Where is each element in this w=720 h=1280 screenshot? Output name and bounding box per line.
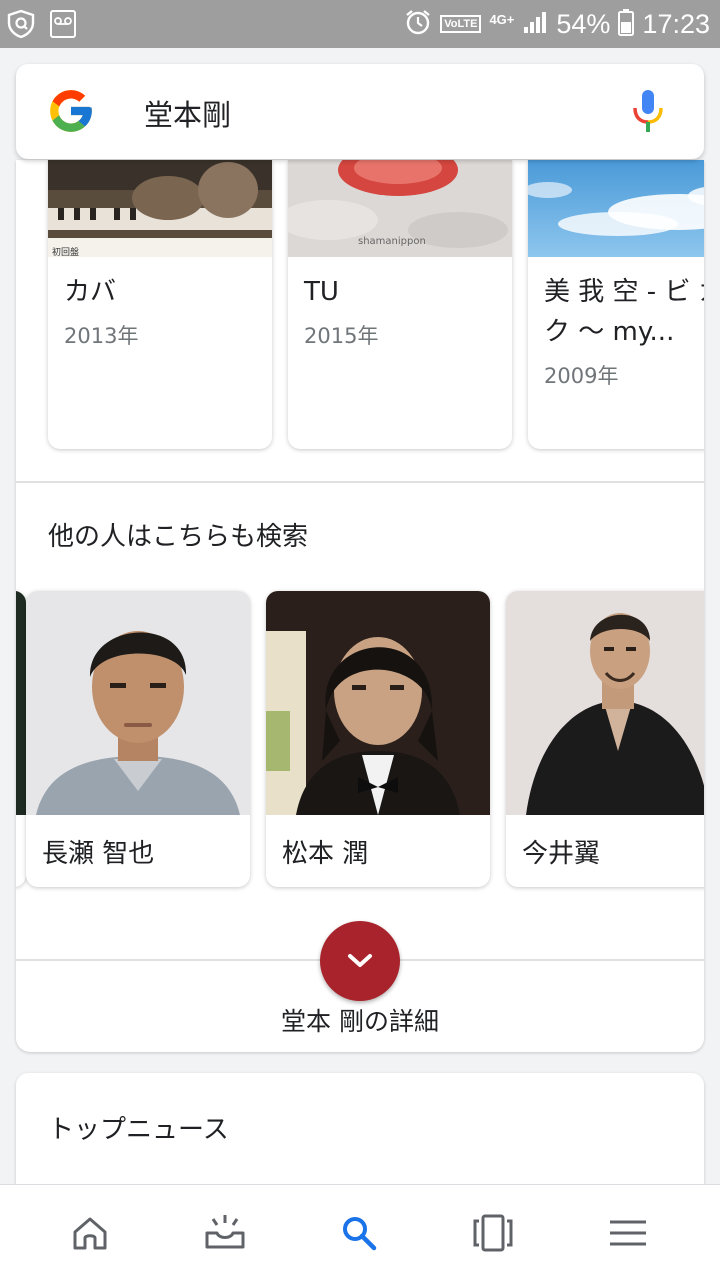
album-label-text: shamanippon [358, 236, 426, 247]
album-cover-image: 初回盤 [48, 160, 272, 257]
bottom-nav [0, 1184, 720, 1280]
alarm-icon [404, 8, 432, 40]
microphone-icon[interactable] [628, 88, 668, 138]
nav-search[interactable] [335, 1209, 383, 1257]
nav-tabs[interactable] [469, 1209, 517, 1257]
person-photo [26, 591, 250, 815]
album-card[interactable]: 初回盤 カバ 2013年 [48, 160, 272, 449]
album-label-text: 初回盤 [52, 246, 79, 257]
updates-icon [205, 1215, 245, 1249]
signal-icon [522, 9, 548, 39]
top-news-title: トップニュース [48, 1115, 229, 1145]
more-about-link[interactable]: 堂本 剛の詳細 [16, 1002, 704, 1038]
person-photo [16, 591, 26, 815]
person-photo [266, 591, 490, 815]
shield-icon [6, 9, 36, 43]
album-cover-image [528, 160, 704, 257]
person-photo [506, 591, 704, 815]
google-logo[interactable] [46, 86, 96, 140]
album-cover-image: shamanippon [288, 160, 512, 257]
person-name: 松本 潤 [282, 839, 369, 869]
related-searches-title: 他の人はこちらも検索 [48, 522, 309, 552]
clock: 17:23 [642, 8, 710, 39]
tabs-icon [473, 1214, 513, 1252]
home-icon [73, 1217, 107, 1250]
album-title: 美 我 空 - ビ ガ ク ～ my... [544, 277, 704, 347]
person-card[interactable]: 松本 潤 [266, 591, 490, 887]
person-card-partial[interactable] [16, 591, 26, 887]
nav-updates[interactable] [201, 1209, 249, 1257]
volte-badge: VoLTE [440, 15, 482, 33]
album-year: 2009年 [544, 364, 619, 388]
album-year: 2013年 [64, 324, 139, 348]
network-type: 4G+ [489, 11, 515, 27]
voicemail-icon [50, 9, 76, 43]
album-card[interactable]: shamanippon TU 2015年 [288, 160, 512, 449]
person-card[interactable]: 今井翼 [506, 591, 704, 887]
person-name: 今井翼 [522, 839, 601, 869]
album-year: 2015年 [304, 324, 379, 348]
chevron-down-icon [348, 954, 372, 967]
battery-icon [618, 8, 635, 40]
album-title: カバ [64, 277, 117, 307]
menu-icon [610, 1220, 646, 1246]
divider [16, 481, 704, 483]
status-bar: VoLTE 4G+ 54% 17:23 [0, 0, 720, 48]
search-bar[interactable]: 堂本剛 [16, 64, 704, 159]
person-card[interactable]: 長瀬 智也 [26, 591, 250, 887]
album-card[interactable]: 美 我 空 - ビ ガ ク ～ my... 2009年 [528, 160, 704, 449]
expand-button[interactable] [320, 921, 400, 1001]
knowledge-card: 初回盤 カバ 2013年 shamanippon TU 2015年 美 我 空 … [16, 160, 704, 1052]
battery-percent: 54% [556, 8, 611, 39]
nav-menu[interactable] [604, 1209, 652, 1257]
nav-home[interactable] [66, 1209, 114, 1257]
person-name: 長瀬 智也 [42, 839, 155, 869]
search-icon [343, 1217, 377, 1251]
album-title: TU [304, 277, 339, 307]
search-query[interactable]: 堂本剛 [144, 92, 231, 134]
